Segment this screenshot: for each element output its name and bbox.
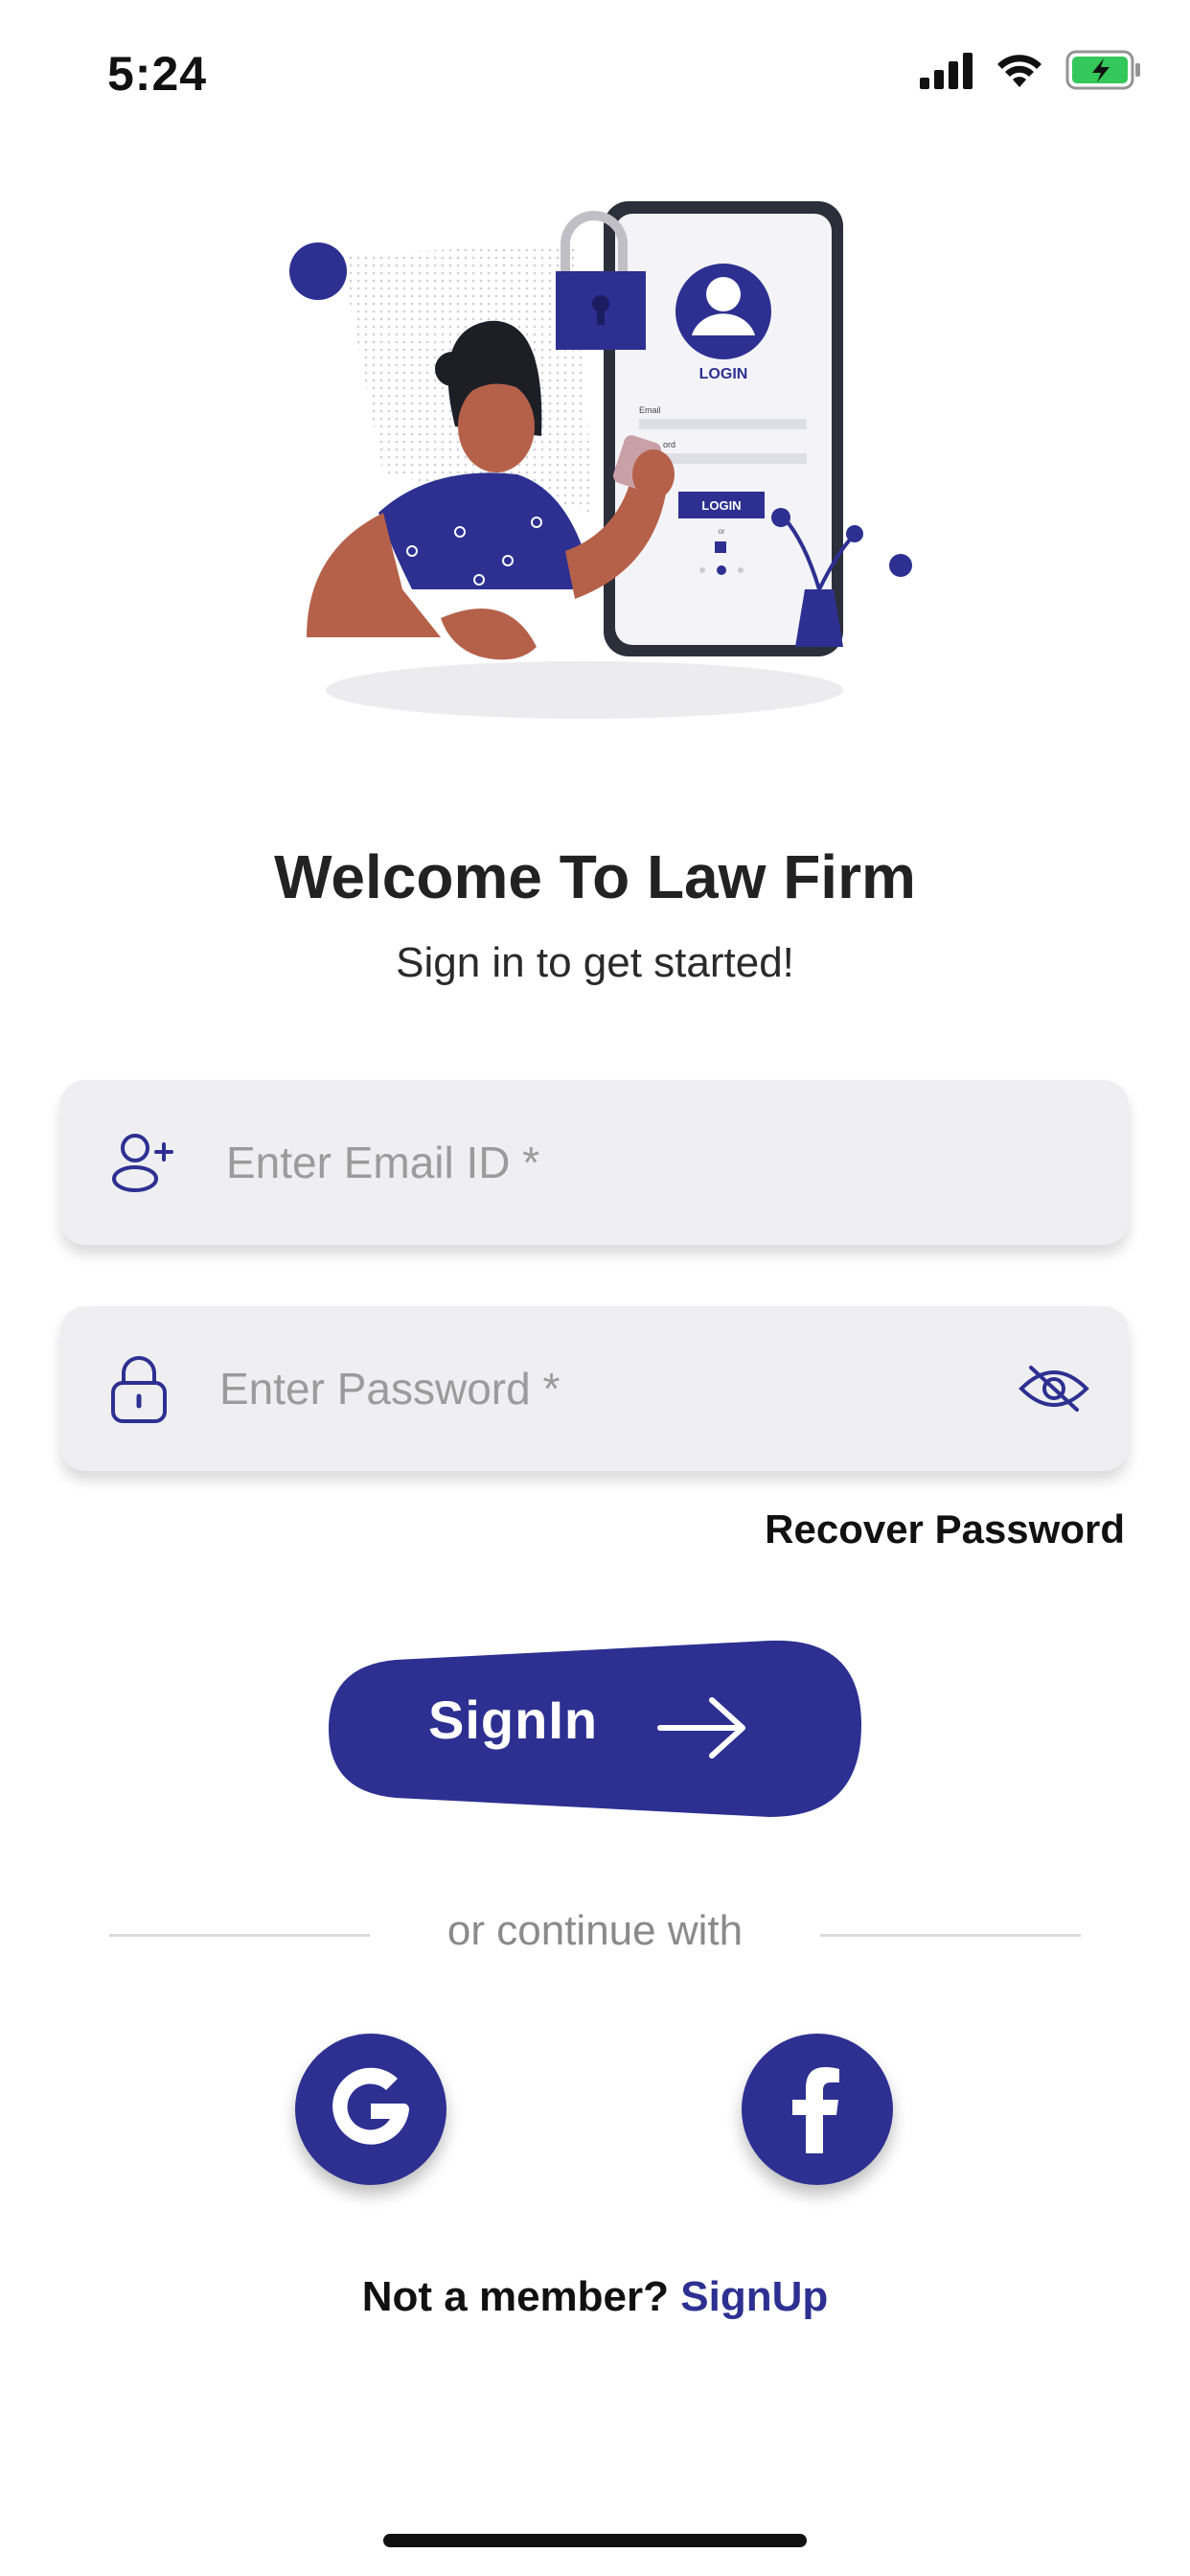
status-time: 5:24	[107, 47, 208, 101]
status-bar: 5:24	[0, 0, 1190, 144]
facebook-icon	[792, 2067, 839, 2153]
eye-off-icon[interactable]	[1018, 1362, 1090, 1415]
lock-icon	[111, 1356, 167, 1423]
login-illustration: LOGIN Email ord LOGIN or	[289, 201, 912, 719]
add-user-icon	[112, 1134, 173, 1192]
email-placeholder: Enter Email ID *	[226, 1138, 540, 1187]
svg-text:Email: Email	[639, 405, 661, 415]
battery-icon	[1065, 50, 1140, 90]
signup-prompt: Not a member?	[361, 2273, 670, 2320]
page-subtitle: Sign in to get started!	[396, 939, 794, 986]
signup-link[interactable]: SignUp	[680, 2273, 828, 2320]
arrow-right-icon	[657, 1697, 745, 1759]
password-placeholder: Enter Password *	[219, 1364, 561, 1414]
wifi-icon	[997, 55, 1041, 87]
facebook-button[interactable]	[742, 2034, 893, 2185]
signin-label: SignIn	[428, 1690, 599, 1750]
google-button[interactable]	[295, 2034, 446, 2185]
signup-line: Not a member? SignUp	[0, 2273, 1190, 2321]
page-title: Welcome To Law Firm	[274, 842, 916, 911]
divider-right	[820, 1934, 1081, 1937]
recover-password-link[interactable]: Recover Password	[765, 1506, 1125, 1552]
email-field[interactable]: Enter Email ID *	[60, 1080, 1129, 1245]
svg-text:or: or	[718, 527, 724, 536]
svg-text:ord: ord	[663, 440, 675, 449]
divider-text: or continue with	[446, 1907, 744, 1954]
hero-illustration: LOGIN Email ord LOGIN or	[287, 187, 920, 733]
status-icons	[920, 50, 1142, 90]
password-field[interactable]: Enter Password *	[60, 1306, 1129, 1471]
svg-text:LOGIN: LOGIN	[699, 366, 748, 382]
signin-button[interactable]: SignIn	[329, 1639, 861, 1817]
svg-text:LOGIN: LOGIN	[701, 498, 741, 513]
home-indicator[interactable]	[383, 2534, 807, 2547]
signal-icon	[920, 53, 973, 89]
google-icon	[332, 2067, 409, 2145]
